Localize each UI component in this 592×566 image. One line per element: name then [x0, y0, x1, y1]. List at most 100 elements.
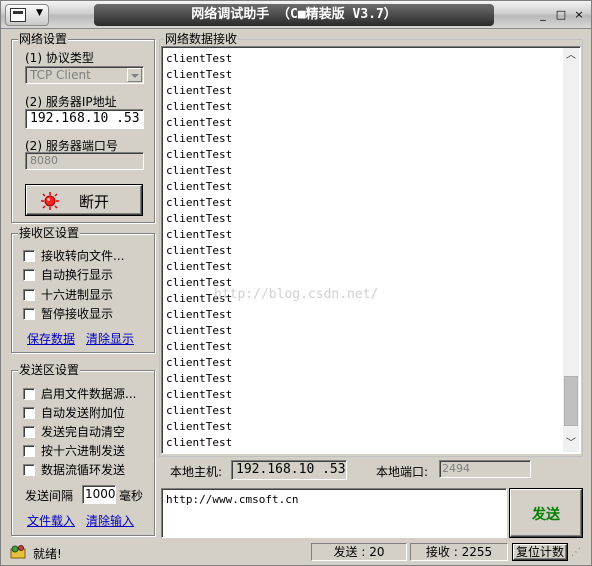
send-interval-label: 发送间隔	[25, 489, 74, 503]
checkbox-label: 暂停接收显示	[41, 307, 114, 321]
checkbox-label: 自动换行显示	[41, 268, 114, 282]
sent-count: 发送 : 20	[311, 543, 407, 561]
receive-scrollbar[interactable]: ︿ ﹀	[563, 48, 579, 452]
checkbox-label: 自动发送附加位	[41, 406, 126, 420]
minimize-button[interactable]: _	[535, 4, 551, 26]
send-interval-unit: 毫秒	[119, 489, 144, 503]
save-data-link[interactable]: 保存数据	[27, 330, 75, 347]
checkbox-box[interactable]	[23, 268, 35, 281]
server-ip-label: (2) 服务器IP地址	[25, 95, 117, 109]
local-port-value: 2494	[442, 462, 470, 475]
app-icon	[10, 8, 26, 22]
send-interval-value: 1000	[85, 487, 116, 501]
receive-line: clientTest	[166, 180, 233, 193]
receive-line: clientTest	[166, 116, 233, 129]
scroll-thumb[interactable]	[564, 376, 578, 426]
checkbox-box[interactable]	[23, 387, 35, 400]
title-bar: ▼ 网络调试助手 （C■精装版 V3.7） _ □ ×	[1, 1, 591, 29]
receive-line: clientTest	[166, 404, 233, 417]
local-host-label: 本地主机:	[170, 465, 223, 479]
local-host-field: 192.168.10 .53	[231, 460, 347, 480]
checkbox-label: 接收转向文件...	[41, 249, 125, 263]
receive-line: clientTest	[166, 196, 233, 209]
system-menu-button[interactable]: ▼	[5, 4, 49, 26]
receive-line: clientTest	[166, 420, 233, 433]
file-load-link[interactable]: 文件载入	[27, 512, 75, 529]
receive-line: clientTest	[166, 148, 233, 161]
receive-line: clientTest	[166, 84, 233, 97]
disconnect-label: 断开	[79, 193, 110, 211]
receive-line: clientTest	[166, 68, 233, 81]
send-button-label: 发送	[532, 507, 560, 523]
server-ip-input[interactable]: 192.168.10 .53	[25, 109, 144, 129]
checkbox-label: 启用文件数据源...	[41, 387, 137, 401]
receive-line: clientTest	[166, 388, 233, 401]
checkbox-label: 数据流循环发送	[41, 463, 126, 477]
pause-display-checkbox[interactable]: 暂停接收显示	[23, 305, 113, 322]
hex-send-checkbox[interactable]: 按十六进制发送	[23, 442, 125, 459]
checkbox-box[interactable]	[23, 249, 35, 262]
send-textarea[interactable]: http://www.cmsoft.cn	[161, 488, 507, 538]
receive-line: clientTest	[166, 356, 233, 369]
receive-settings-title: 接收区设置	[18, 226, 81, 240]
checkbox-box[interactable]	[23, 288, 35, 301]
clear-display-link[interactable]: 清除显示	[86, 330, 134, 347]
file-source-checkbox[interactable]: 启用文件数据源...	[23, 385, 136, 402]
checkbox-box[interactable]	[23, 463, 35, 476]
reset-count-button[interactable]: 复位计数	[513, 544, 567, 560]
receive-line: clientTest	[166, 244, 233, 257]
receive-textarea[interactable]: clientTest clientTest clientTest clientTest…	[161, 46, 581, 454]
loop-send-checkbox[interactable]: 数据流循环发送	[23, 461, 125, 478]
receive-line: clientTest	[166, 212, 233, 225]
receive-to-file-checkbox[interactable]: 接收转向文件...	[23, 247, 124, 264]
receive-lines: clientTest clientTest clientTest clientTest…	[166, 51, 232, 451]
server-port-value: 8080	[30, 154, 58, 167]
disconnect-button[interactable]: 断开	[26, 185, 142, 215]
local-port-label: 本地端口:	[376, 465, 429, 479]
network-settings-title: 网络设置	[18, 32, 69, 46]
status-icon	[10, 545, 26, 559]
send-interval-input[interactable]: 1000	[82, 485, 116, 504]
checkbox-label: 十六进制显示	[41, 288, 114, 302]
receive-line: clientTest	[166, 308, 233, 321]
maximize-button[interactable]: □	[553, 4, 569, 26]
receive-line: clientTest	[166, 164, 233, 177]
protocol-select[interactable]: TCP Client	[25, 66, 144, 84]
window-title: 网络调试助手 （C■精装版 V3.7）	[94, 4, 494, 26]
chevron-down-icon[interactable]	[127, 68, 142, 82]
checkbox-box[interactable]	[23, 307, 35, 320]
server-port-input[interactable]: 8080	[25, 152, 144, 170]
protocol-label: (1) 协议类型	[25, 51, 94, 65]
receive-line: clientTest	[166, 100, 233, 113]
auto-append-checkbox[interactable]: 自动发送附加位	[23, 404, 125, 421]
send-button[interactable]: 发送	[510, 489, 582, 537]
receive-line: clientTest	[166, 372, 233, 385]
checkbox-label: 发送完自动清空	[41, 425, 126, 439]
connection-light-icon	[39, 192, 61, 210]
checkbox-box[interactable]	[23, 444, 35, 457]
local-host-value: 192.168.10 .53	[236, 462, 346, 477]
receive-area-title: 网络数据接收	[164, 32, 239, 46]
resize-grip-icon[interactable]: ⋰	[571, 547, 585, 561]
auto-wrap-checkbox[interactable]: 自动换行显示	[23, 266, 113, 283]
hex-display-checkbox[interactable]: 十六进制显示	[23, 286, 113, 303]
scroll-up-icon[interactable]: ︿	[563, 48, 579, 64]
send-text-value: http://www.cmsoft.cn	[166, 493, 299, 506]
protocol-value: TCP Client	[30, 68, 91, 82]
auto-clear-checkbox[interactable]: 发送完自动清空	[23, 423, 125, 440]
close-button[interactable]: ×	[571, 4, 587, 26]
receive-line: clientTest	[166, 228, 233, 241]
checkbox-label: 按十六进制发送	[41, 444, 126, 458]
receive-line: clientTest	[166, 260, 233, 273]
receive-line: clientTest	[166, 340, 233, 353]
scroll-down-icon[interactable]: ﹀	[563, 436, 579, 452]
status-bar: 就绪! 发送 : 20 接收 : 2255 复位计数 ⋰	[1, 541, 591, 565]
receive-line: clientTest	[166, 324, 233, 337]
send-settings-title: 发送区设置	[18, 363, 81, 377]
received-count: 接收 : 2255	[410, 543, 508, 561]
checkbox-box[interactable]	[23, 406, 35, 419]
checkbox-box[interactable]	[23, 425, 35, 438]
watermark: http://blog.csdn.net/	[214, 287, 379, 302]
local-port-field: 2494	[439, 460, 531, 478]
clear-input-link[interactable]: 清除输入	[86, 512, 134, 529]
